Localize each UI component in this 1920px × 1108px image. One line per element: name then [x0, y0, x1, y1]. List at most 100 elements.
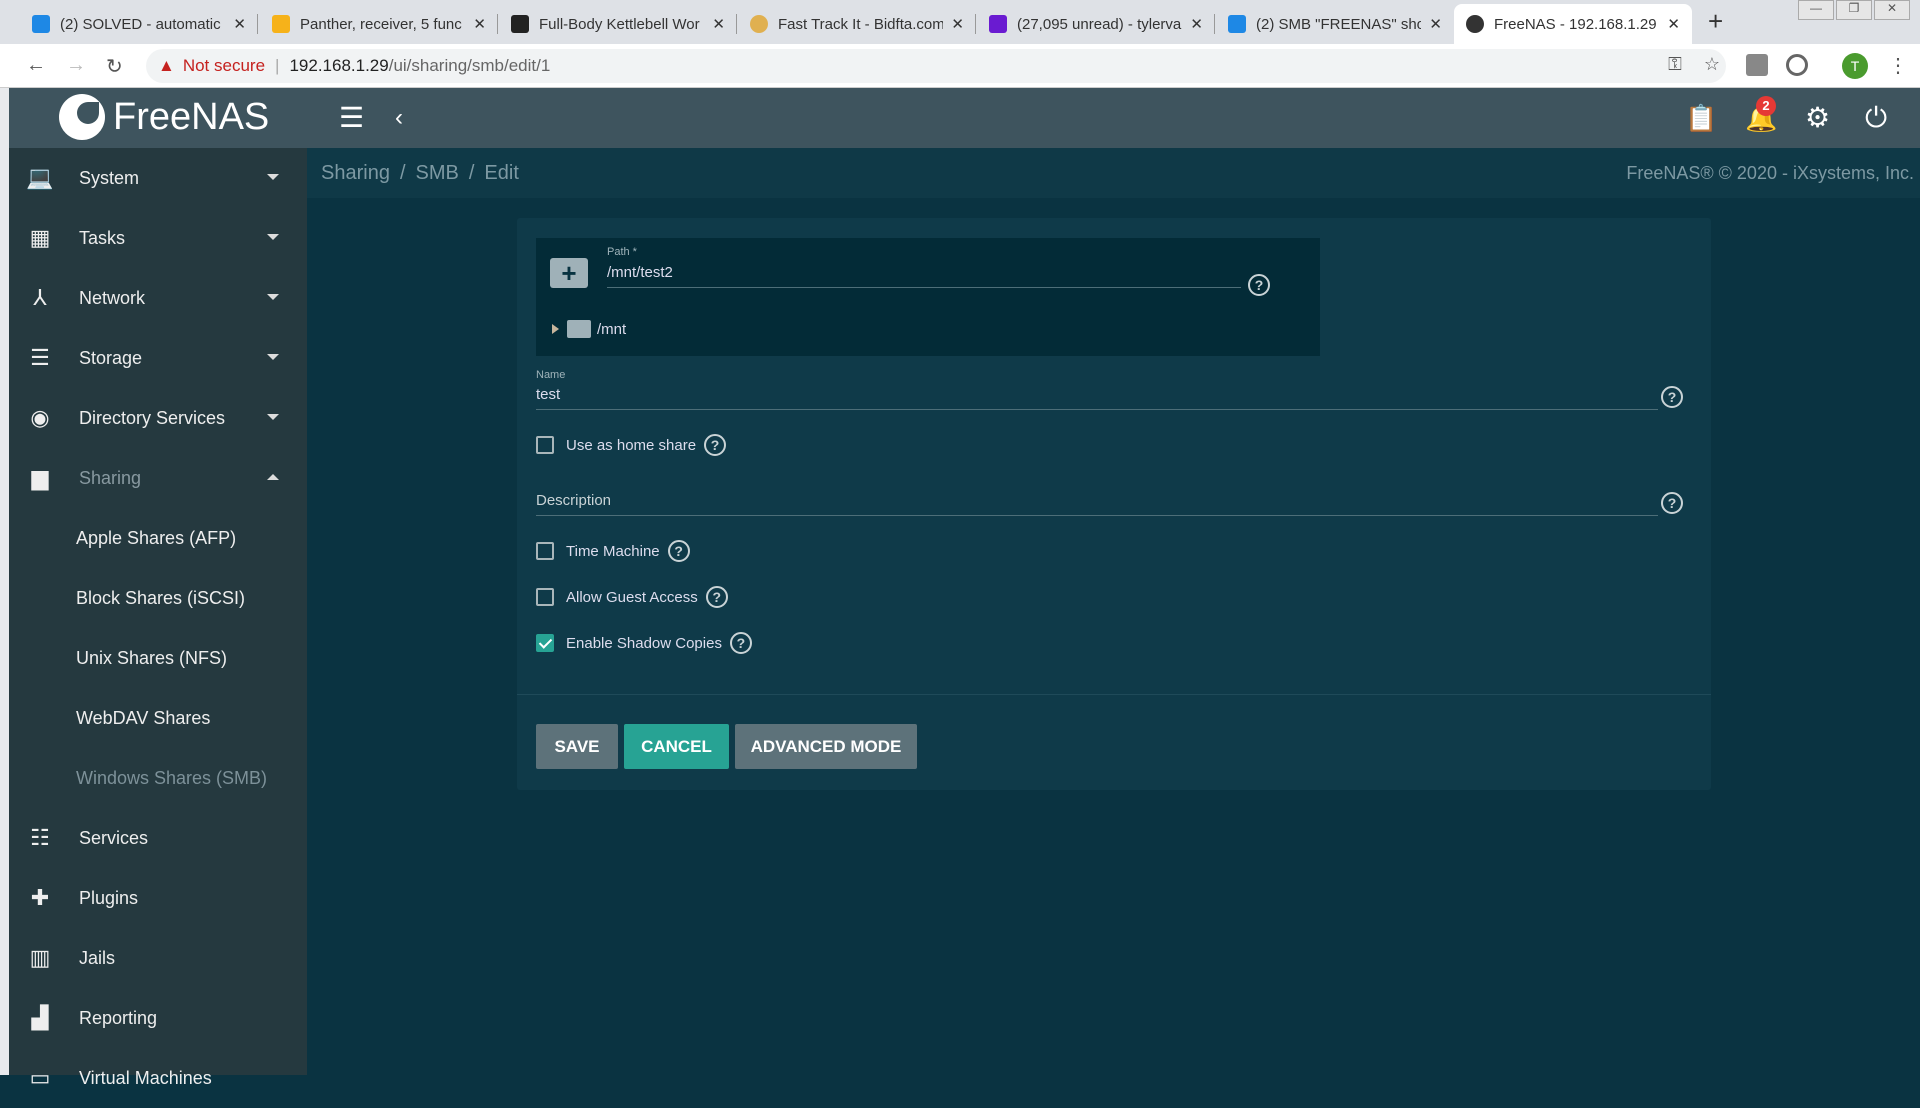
tab-favicon-icon [32, 15, 50, 33]
browser-menu-icon[interactable]: ⋮ [1888, 53, 1908, 78]
browser-tab[interactable]: (2) SOLVED - automatic ✕ [20, 4, 258, 44]
jail-icon: ▥ [29, 945, 51, 970]
sidebar-item-system[interactable]: 💻 System [9, 148, 307, 208]
shadow-copies-checkbox[interactable]: Enable Shadow Copies? [536, 632, 752, 654]
address-bar-row: ← → ↻ ▲ Not secure | 192.168.1.29/ui/sha… [0, 44, 1920, 88]
freenas-logo[interactable]: FreeNAS [59, 94, 269, 140]
tab-favicon-icon [511, 15, 529, 33]
copyright: FreeNAS® © 2020 - iXsystems, Inc. [1626, 163, 1914, 183]
browser-tab-active[interactable]: FreeNAS - 192.168.1.29 ✕ [1454, 4, 1692, 44]
advanced-mode-button[interactable]: ADVANCED MODE [735, 724, 917, 769]
sidebar-item-services[interactable]: ☷ Services [9, 808, 307, 868]
guest-access-checkbox[interactable]: Allow Guest Access? [536, 586, 728, 608]
sidebar-item-sharing[interactable]: ▆ Sharing [9, 448, 307, 508]
new-tab-button[interactable]: + [1708, 6, 1723, 37]
close-window-button[interactable]: ✕ [1874, 0, 1910, 20]
tab-favicon-icon [1466, 15, 1484, 33]
minimize-button[interactable]: — [1798, 0, 1834, 20]
close-tab-icon[interactable]: ✕ [951, 15, 964, 33]
sidebar-subitem-iscsi[interactable]: Block Shares (iSCSI) [9, 568, 307, 628]
browser-tab[interactable]: Fast Track It - Bidfta.com ✕ [738, 4, 976, 44]
browser-tab[interactable]: Panther, receiver, 5 func ✕ [260, 4, 498, 44]
restore-button[interactable]: ❐ [1836, 0, 1872, 20]
close-tab-icon[interactable]: ✕ [1667, 15, 1680, 33]
sidebar-item-jails[interactable]: ▥ Jails [9, 928, 307, 988]
time-machine-checkbox[interactable]: Time Machine? [536, 540, 690, 562]
help-icon[interactable]: ? [667, 540, 690, 562]
sidebar-item-virtual-machines[interactable]: ▭ Virtual Machines [9, 1048, 307, 1108]
help-icon[interactable]: ? [729, 632, 752, 654]
sidebar-item-tasks[interactable]: ▦ Tasks [9, 208, 307, 268]
description-input[interactable]: Description [536, 492, 1658, 516]
key-icon[interactable]: ⚿ [1668, 54, 1682, 75]
close-tab-icon[interactable]: ✕ [233, 15, 246, 33]
back-icon[interactable]: ← [26, 54, 46, 77]
tab-favicon-icon [989, 15, 1007, 33]
browser-tab-bar: (2) SOLVED - automatic ✕ Panther, receive… [0, 0, 1920, 44]
app-header: FreeNAS ☰ ‹ 📋 🔔 ⚙ ⏻ [9, 88, 1920, 148]
forward-icon[interactable]: → [66, 54, 86, 77]
path-help-icon[interactable]: ? [1248, 274, 1270, 296]
breadcrumb-bar: Sharing / SMB / Edit FreeNAS® © 2020 - iXsys… [307, 148, 1920, 198]
help-icon[interactable]: ? [704, 434, 727, 456]
home-share-checkbox[interactable]: Use as home share? [536, 434, 727, 456]
browser-tab[interactable]: (2) SMB "FREENAS" sho ✕ [1216, 4, 1454, 44]
warning-icon: ▲ [158, 56, 175, 75]
browser-tab[interactable]: (27,095 unread) - tylerva ✕ [977, 4, 1215, 44]
sidebar-subitem-webdav[interactable]: WebDAV Shares [9, 688, 307, 748]
tab-favicon-icon [750, 15, 768, 33]
description-help-icon[interactable]: ? [1661, 492, 1683, 514]
breadcrumb-sharing[interactable]: Sharing [321, 162, 390, 184]
close-tab-icon[interactable]: ✕ [1429, 15, 1442, 33]
extension-icon[interactable] [1746, 54, 1768, 76]
expand-arrow-icon[interactable] [552, 324, 559, 334]
browser-tab[interactable]: Full-Body Kettlebell Wor ✕ [499, 4, 737, 44]
tab-title: FreeNAS - 192.168.1.29 [1494, 15, 1657, 33]
settings-gear-icon[interactable]: ⚙ [1805, 102, 1830, 134]
sidebar-item-network[interactable]: ⅄ Network [9, 268, 307, 328]
sidebar-item-directory-services[interactable]: ◉ Directory Services [9, 388, 307, 448]
sidebar-item-plugins[interactable]: ✚ Plugins [9, 868, 307, 928]
tab-title: (27,095 unread) - tylerva [1017, 15, 1182, 33]
puzzle-icon: ✚ [30, 885, 50, 910]
reload-icon[interactable]: ↻ [106, 54, 123, 79]
url-host: 192.168.1.29 [289, 56, 389, 75]
url-input[interactable]: ▲ Not secure | 192.168.1.29/ui/sharing/s… [146, 49, 1726, 83]
breadcrumb-edit: Edit [484, 162, 519, 184]
profile-avatar[interactable]: T [1842, 53, 1868, 79]
close-tab-icon[interactable]: ✕ [473, 15, 486, 33]
name-input[interactable]: test [536, 386, 1658, 410]
task-manager-icon[interactable]: 📋 [1685, 102, 1717, 134]
help-icon[interactable]: ? [705, 586, 728, 608]
sidebar-item-storage[interactable]: ☰ Storage [9, 328, 307, 388]
sidebar-subitem-afp[interactable]: Apple Shares (AFP) [9, 508, 307, 568]
calendar-icon: ▦ [29, 225, 51, 250]
breadcrumb-smb[interactable]: SMB [416, 162, 459, 184]
tree-node-mnt[interactable]: /mnt [552, 320, 626, 338]
tab-title: (2) SOLVED - automatic [60, 15, 221, 33]
tune-icon: ☷ [30, 825, 50, 850]
laptop-icon: 💻 [26, 165, 54, 190]
sidebar-subitem-smb[interactable]: Windows Shares (SMB) [9, 748, 307, 808]
cancel-button[interactable]: CANCEL [624, 724, 729, 769]
sidebar-subitem-nfs[interactable]: Unix Shares (NFS) [9, 628, 307, 688]
tab-title: (2) SMB "FREENAS" sho [1256, 15, 1422, 33]
sidebar-item-reporting[interactable]: ▟ Reporting [9, 988, 307, 1048]
extension-icon[interactable] [1786, 54, 1808, 76]
smb-edit-form: + Path * /mnt/test2 ? /mnt Name test ? U… [517, 218, 1711, 790]
network-icon: ⅄ [33, 285, 47, 310]
vm-icon: ▭ [29, 1065, 51, 1090]
url-path: /ui/sharing/smb/edit/1 [388, 56, 551, 75]
tab-favicon-icon [1228, 15, 1246, 33]
path-input[interactable]: /mnt/test2 [607, 264, 1241, 288]
save-button[interactable]: SAVE [536, 724, 618, 769]
create-dataset-folder-icon[interactable]: + [550, 258, 588, 288]
power-icon[interactable]: ⏻ [1865, 102, 1887, 134]
name-help-icon[interactable]: ? [1661, 386, 1683, 408]
path-explorer: + Path * /mnt/test2 ? /mnt [536, 238, 1320, 356]
close-tab-icon[interactable]: ✕ [712, 15, 725, 33]
close-tab-icon[interactable]: ✕ [1190, 15, 1203, 33]
collapse-sidebar-icon[interactable]: ‹ [395, 102, 403, 134]
bookmark-star-icon[interactable]: ☆ [1704, 54, 1720, 75]
menu-toggle-icon[interactable]: ☰ [339, 102, 364, 134]
